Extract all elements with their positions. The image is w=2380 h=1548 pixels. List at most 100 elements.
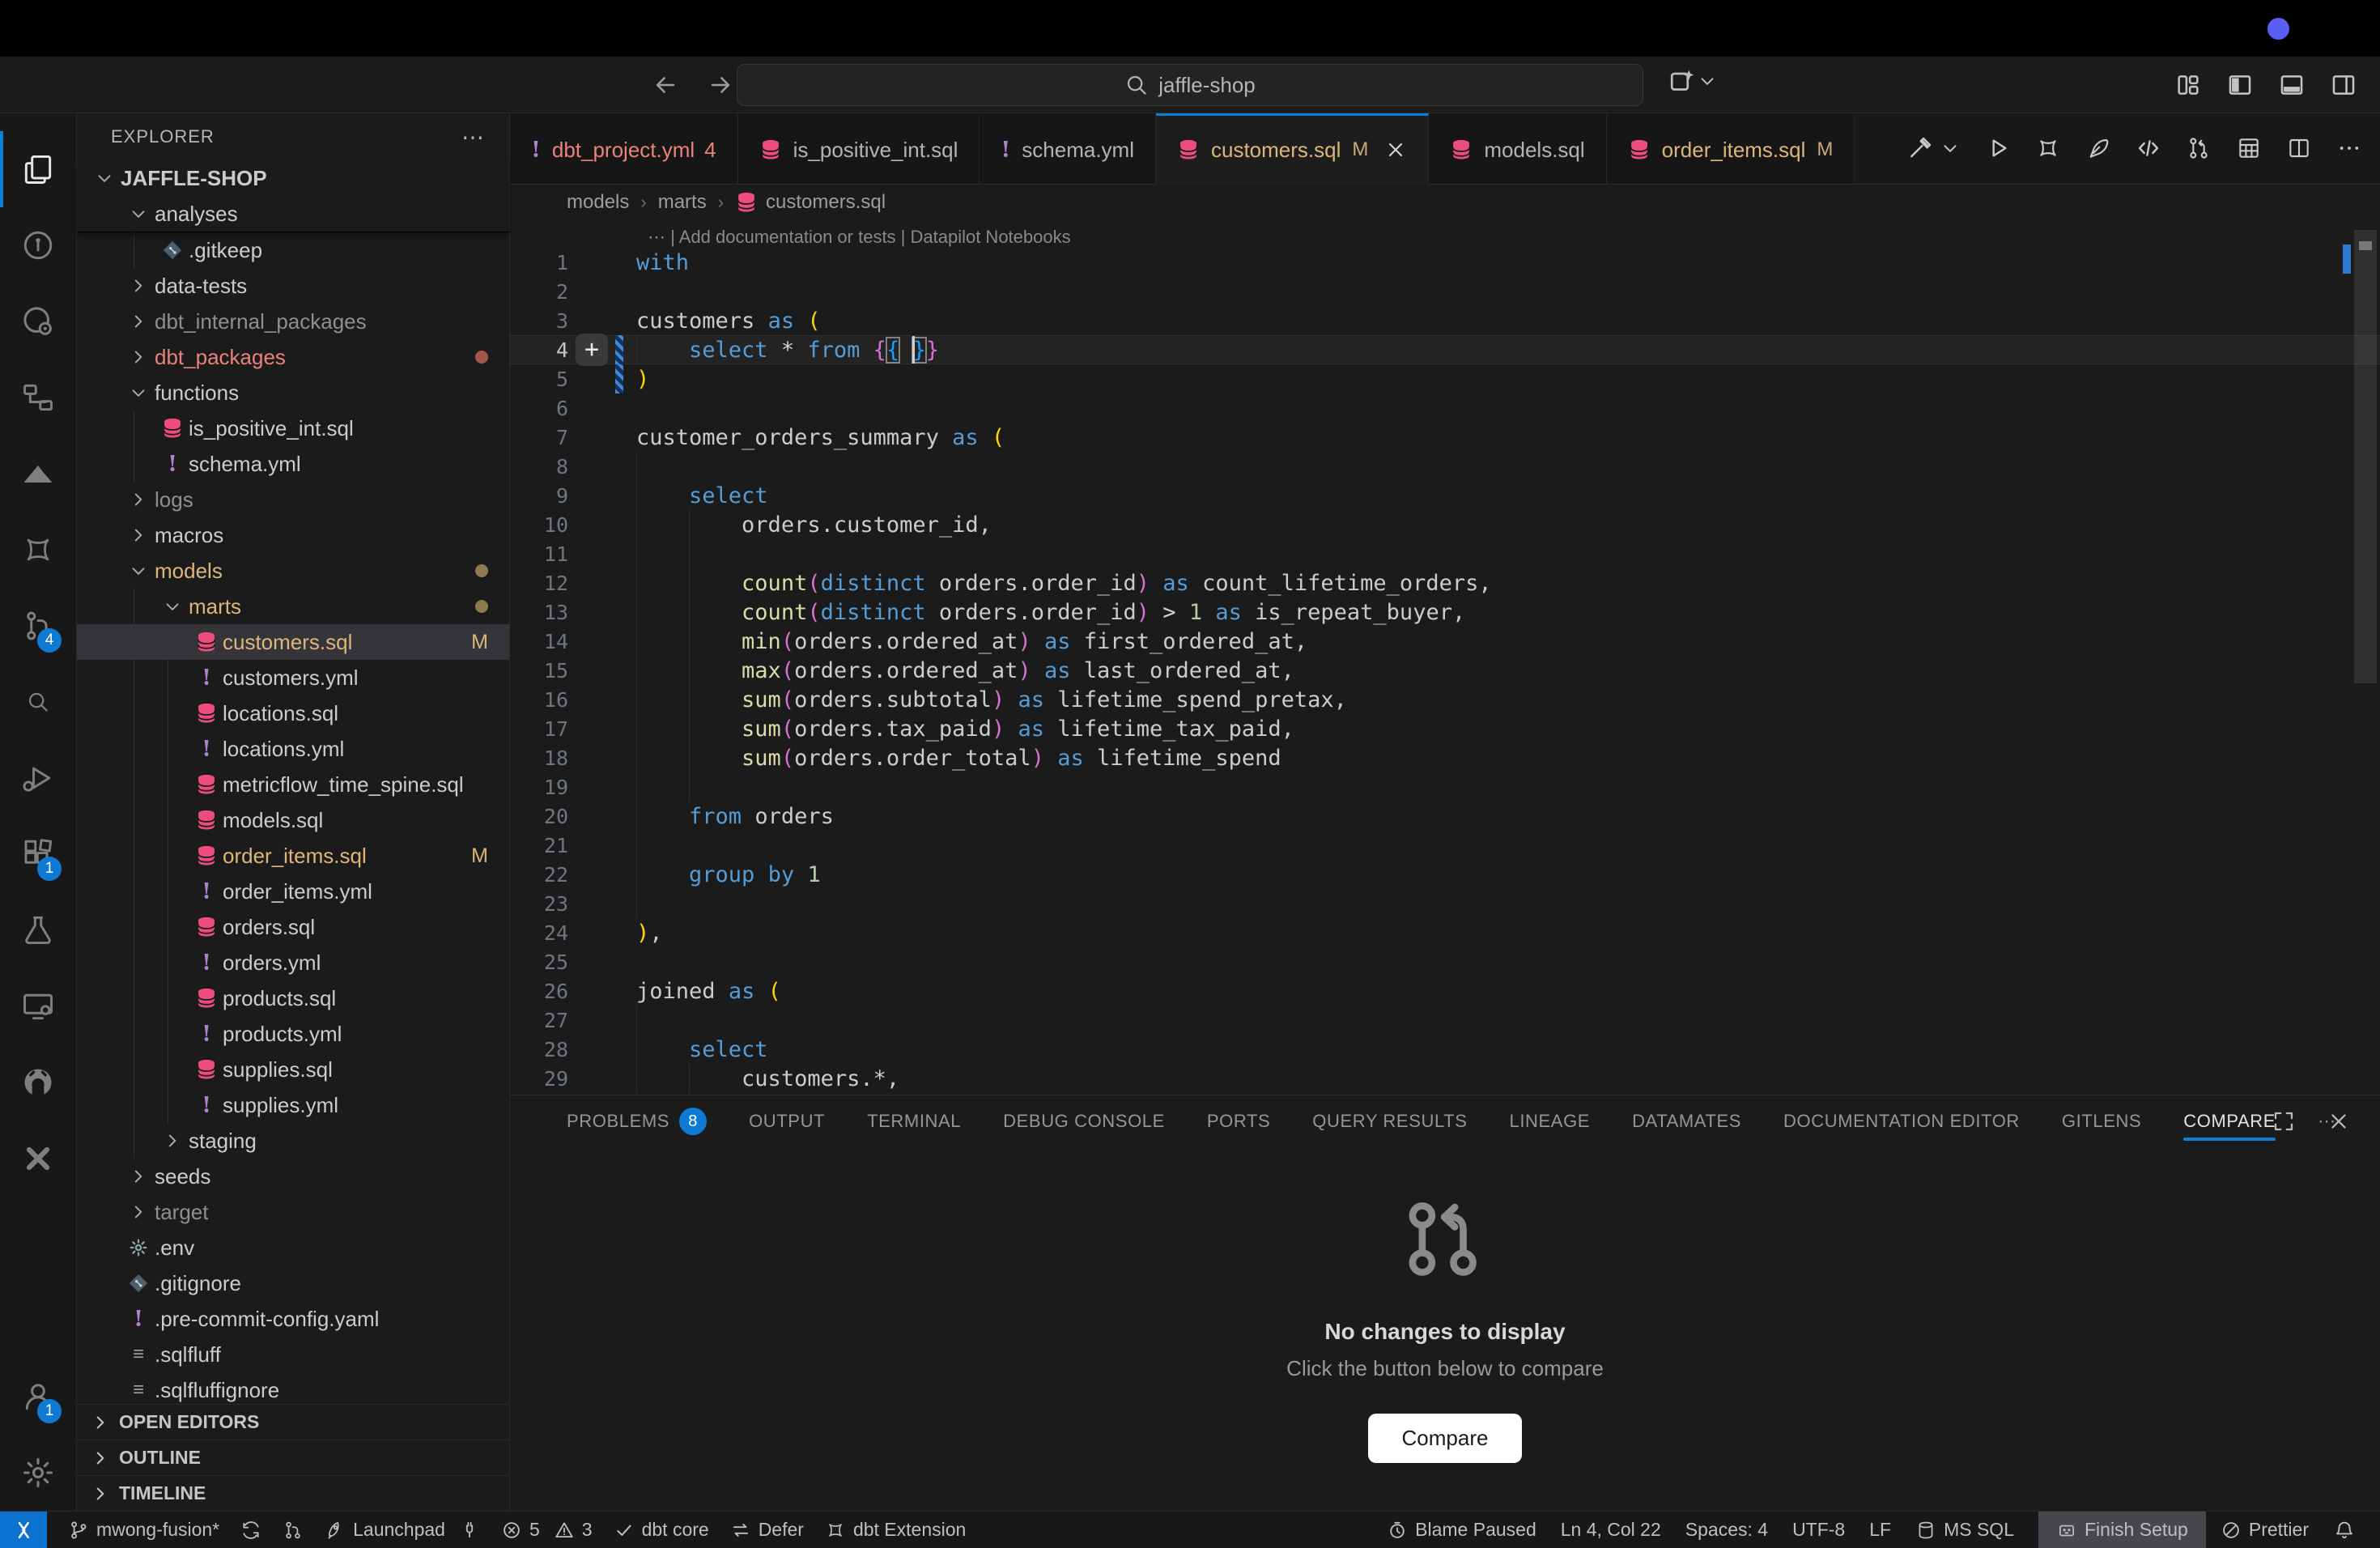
panel-tab-documentation-editor[interactable]: DOCUMENTATION EDITOR	[1783, 1095, 2020, 1147]
panel-tab-query-results[interactable]: QUERY RESULTS	[1312, 1095, 1467, 1147]
tree-item-models-sql[interactable]: models.sql	[77, 802, 509, 838]
tree-item-data-tests[interactable]: data-tests	[77, 268, 509, 304]
sidebar-section-open-editors[interactable]: OPEN EDITORS	[77, 1404, 509, 1440]
share-sparkle-button[interactable]	[1668, 66, 1697, 96]
toggle-panel-button[interactable]	[2278, 71, 2306, 99]
status-item-5[interactable]: 53	[501, 1512, 593, 1548]
code-line-23[interactable]: 23	[510, 889, 2380, 918]
hammer-build-icon[interactable]	[1907, 135, 1933, 161]
panel-tab-datamates[interactable]: DATAMATES	[1632, 1095, 1741, 1147]
code-line-1[interactable]: 1with	[510, 248, 2380, 277]
status-item-sync-icon[interactable]	[240, 1512, 261, 1548]
activity-bar-item-circle-gear[interactable]	[0, 283, 76, 359]
tree-item--gitignore[interactable]: .gitignore	[77, 1265, 509, 1301]
code-line-13[interactable]: 13 count(distinct orders.order_id) > 1 a…	[510, 598, 2380, 627]
status-item-git-graph-small-icon[interactable]	[283, 1512, 304, 1548]
tree-item-functions[interactable]: functions	[77, 375, 509, 410]
workspace-root-row[interactable]: JAFFLE-SHOP	[77, 160, 509, 196]
tree-item-dbt-internal-packages[interactable]: dbt_internal_packages	[77, 304, 509, 339]
panel-tab-output[interactable]: OUTPUT	[749, 1095, 825, 1147]
toggle-secondary-sidebar-button[interactable]	[2330, 71, 2357, 99]
activity-bar-item-dbt-circle[interactable]	[0, 207, 76, 283]
chevron-down-icon[interactable]	[1940, 138, 1961, 159]
activity-bar-item-extensions[interactable]: 1	[0, 816, 76, 892]
code-line-17[interactable]: 17 sum(orders.tax_paid) as lifetime_tax_…	[510, 714, 2380, 743]
code-line-26[interactable]: 26joined as (	[510, 976, 2380, 1006]
status-item-mwong-fusion-[interactable]: mwong-fusion*	[68, 1512, 219, 1548]
code-line-6[interactable]: 6	[510, 393, 2380, 423]
activity-bar-item-github[interactable]	[0, 1044, 76, 1121]
tree-item-locations-yml[interactable]: !locations.yml	[77, 731, 509, 767]
panel-tab-lineage[interactable]: LINEAGE	[1509, 1095, 1590, 1147]
breadcrumb-item-marts[interactable]: marts	[658, 191, 707, 214]
more-icon[interactable]	[2336, 135, 2362, 161]
tree-item--sqlfluffignore[interactable]: ≡.sqlfluffignore	[77, 1372, 509, 1404]
code-line-18[interactable]: 18 sum(orders.order_total) as lifetime_s…	[510, 743, 2380, 772]
code-line-15[interactable]: 15 max(orders.ordered_at) as last_ordere…	[510, 656, 2380, 685]
tab-dbt-project-yml[interactable]: !dbt_project.yml4	[510, 113, 738, 184]
history-back-button[interactable]	[652, 71, 679, 99]
tree-item-target[interactable]: target	[77, 1194, 509, 1230]
status-item-blame-paused[interactable]: Blame Paused	[1387, 1512, 1536, 1548]
tree-item-marts[interactable]: marts	[77, 589, 509, 624]
code-line-10[interactable]: 10 orders.customer_id,	[510, 510, 2380, 539]
code-line-24[interactable]: 24),	[510, 918, 2380, 947]
tree-item-staging[interactable]: staging	[77, 1123, 509, 1159]
panel-tab-ports[interactable]: PORTS	[1207, 1095, 1270, 1147]
code-preview-icon[interactable]	[2136, 135, 2161, 161]
activity-bar-item-x-bold[interactable]	[0, 1121, 76, 1197]
activity-bar-item-account[interactable]: 1	[0, 1359, 76, 1435]
tree-item-products-yml[interactable]: !products.yml	[77, 1016, 509, 1052]
tree-item--gitkeep[interactable]: .gitkeep	[77, 232, 509, 268]
panel-tab-terminal[interactable]: TERMINAL	[867, 1095, 961, 1147]
tree-item-supplies-yml[interactable]: !supplies.yml	[77, 1087, 509, 1123]
code-line-21[interactable]: 21	[510, 831, 2380, 860]
status-item-finish-setup[interactable]: Finish Setup	[2038, 1512, 2206, 1548]
tab-customers-sql[interactable]: customers.sqlM	[1156, 113, 1429, 185]
activity-bar-item-files[interactable]	[0, 131, 76, 207]
add-action-button[interactable]: +	[576, 334, 608, 366]
explorer-more-actions-button[interactable]: ⋯	[461, 124, 485, 151]
codelens-actions[interactable]: ⋯ | Add documentation or tests | Datapil…	[510, 220, 2380, 248]
activity-bar-item-settings-gear[interactable]	[0, 1435, 76, 1511]
code-editor[interactable]: ⋯ | Add documentation or tests | Datapil…	[510, 220, 2380, 1095]
tree-item-customers-yml[interactable]: !customers.yml	[77, 660, 509, 695]
chevron-down-icon[interactable]	[1697, 70, 1718, 91]
code-line-7[interactable]: 7customer_orders_summary as (	[510, 423, 2380, 452]
activity-bar-item-mountain-logo[interactable]	[0, 436, 76, 512]
split-editor-icon[interactable]	[2286, 135, 2312, 161]
history-forward-button[interactable]	[707, 71, 734, 99]
activity-bar-item-git-graph[interactable]: 4	[0, 588, 76, 664]
panel-tab-problems[interactable]: PROBLEMS8	[567, 1095, 707, 1147]
editor-scrollbar[interactable]	[2354, 230, 2377, 683]
code-line-3[interactable]: 3customers as (	[510, 306, 2380, 335]
code-line-29[interactable]: 29 customers.*,	[510, 1064, 2380, 1093]
query-table-icon[interactable]	[2236, 135, 2262, 161]
remote-indicator[interactable]	[0, 1512, 47, 1548]
run-icon[interactable]	[1985, 135, 2011, 161]
breadcrumb-item-models[interactable]: models	[567, 191, 629, 214]
sidebar-section-timeline[interactable]: TIMELINE	[77, 1475, 509, 1511]
dbt-x-icon[interactable]	[2035, 135, 2061, 161]
activity-bar-item-run-debug[interactable]	[0, 740, 76, 816]
activity-bar-item-x-soft[interactable]	[0, 512, 76, 588]
status-item-lf[interactable]: LF	[1869, 1512, 1891, 1548]
tree-item-models[interactable]: models	[77, 553, 509, 589]
tab-schema-yml[interactable]: !schema.yml	[980, 113, 1156, 184]
status-item-bell-icon[interactable]	[2333, 1512, 2356, 1548]
tree-item-schema-yml[interactable]: !schema.yml	[77, 446, 509, 482]
sidebar-item-analyses[interactable]: analyses	[77, 196, 509, 232]
code-line-19[interactable]: 19	[510, 772, 2380, 802]
tree-item--env[interactable]: .env	[77, 1230, 509, 1265]
breadcrumb-item-customers-sql[interactable]: customers.sql	[735, 190, 886, 215]
status-item-ln-4-col-22[interactable]: Ln 4, Col 22	[1561, 1512, 1661, 1548]
code-line-8[interactable]: 8	[510, 452, 2380, 481]
tree-item-metricflow-time-spine-sql[interactable]: metricflow_time_spine.sql	[77, 767, 509, 802]
code-line-25[interactable]: 25	[510, 947, 2380, 976]
tree-item-supplies-sql[interactable]: supplies.sql	[77, 1052, 509, 1087]
tree-item-dbt-packages[interactable]: dbt_packages	[77, 339, 509, 375]
close-panel-icon[interactable]	[2327, 1109, 2351, 1133]
tree-item-products-sql[interactable]: products.sql	[77, 980, 509, 1016]
sidebar-section-outline[interactable]: OUTLINE	[77, 1440, 509, 1475]
status-item-spaces-4[interactable]: Spaces: 4	[1685, 1512, 1768, 1548]
